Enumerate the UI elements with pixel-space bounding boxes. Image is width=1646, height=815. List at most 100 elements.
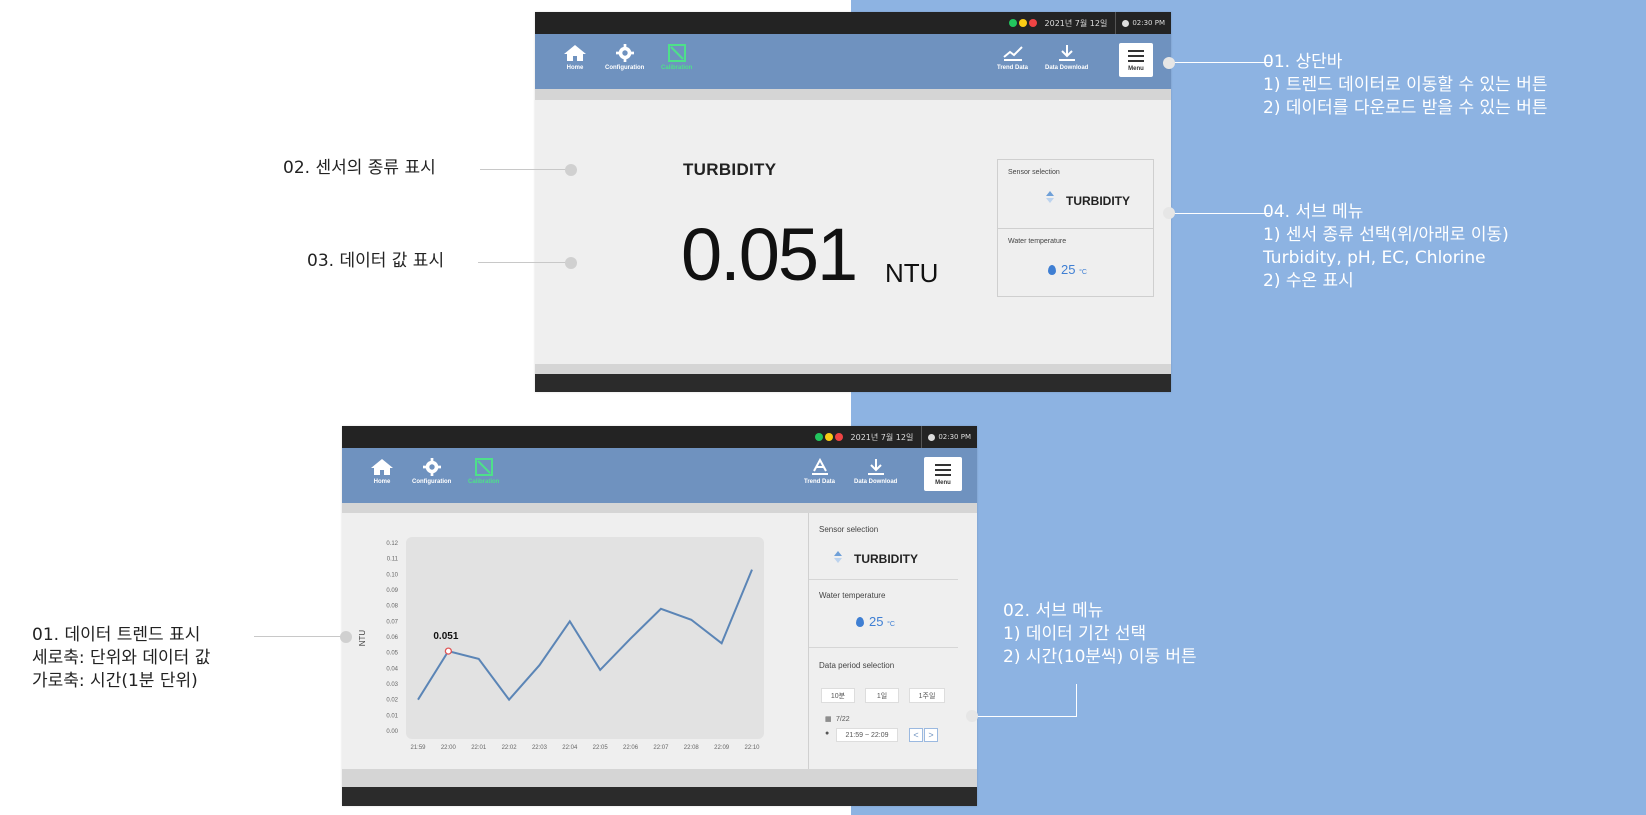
- trend-sub-menu: Sensor selection TURBIDITY Water tempera…: [808, 513, 958, 769]
- nav-home-button[interactable]: Home: [563, 44, 587, 71]
- x-tick-label: 22:02: [502, 745, 518, 751]
- x-tick-label: 22:08: [684, 745, 700, 751]
- y-tick-label: 0.12: [386, 541, 398, 547]
- nav-sub-band: [535, 89, 1171, 100]
- home-icon: [371, 459, 393, 475]
- x-tick-label: 22:03: [532, 745, 548, 751]
- status-date: 2021년 7월 12일: [1044, 18, 1108, 28]
- nav-calibration-label: Calibration: [661, 65, 693, 71]
- led-yellow: [824, 433, 833, 441]
- highlight-value-label: 0.051: [433, 631, 458, 642]
- annotation-dot-top-4: [1163, 207, 1175, 219]
- led-green: [1008, 19, 1017, 27]
- annotation-leader-bottom-2-vertical: [1076, 684, 1077, 717]
- nav-configuration-button[interactable]: Configuration: [605, 44, 644, 71]
- menu-button[interactable]: Menu: [924, 457, 962, 491]
- x-tick-label: 22:05: [593, 745, 609, 751]
- x-tick-label: 22:01: [471, 745, 487, 751]
- time-range-field[interactable]: 21:59 ~ 22:09: [836, 728, 898, 742]
- nav-trend-data-label: Trend Data: [997, 65, 1029, 71]
- y-axis-label: NTU: [358, 630, 367, 647]
- nav-home-button[interactable]: Home: [370, 458, 394, 485]
- led-red: [1028, 19, 1037, 27]
- sensor-selection-value: TURBIDITY: [854, 552, 918, 566]
- nav-data-download-button[interactable]: Data Download: [1045, 44, 1088, 71]
- nav-calibration-button[interactable]: Calibration: [468, 458, 499, 485]
- nav-trend-data-button[interactable]: Trend Data: [804, 458, 835, 485]
- bottom-band: [535, 364, 1171, 374]
- clock-icon: ●: [825, 730, 830, 737]
- annotation-top-2: 02. 센서의 종류 표시: [283, 158, 436, 178]
- nav-data-download-button[interactable]: Data Download: [854, 458, 897, 485]
- calibration-icon: [667, 44, 686, 62]
- bottom-footer: [535, 374, 1171, 392]
- next-time-button[interactable]: >: [924, 728, 938, 742]
- led-red: [834, 433, 843, 441]
- trend-chart: 0.12 0.11 0.10 0.09 0.08 0.07 0.06 0.05 0.04 0.03…: [358, 537, 764, 751]
- data-period-section: Data period selection 10분 1일 1주일 ▦ 7/22 …: [809, 648, 958, 769]
- annotation-dot-top-3: [565, 257, 577, 269]
- clock-icon: [1122, 19, 1130, 27]
- clock-icon: [928, 433, 936, 441]
- annotation-leader-top-1: [1167, 62, 1271, 63]
- nav-calibration-label: Calibration: [468, 479, 500, 485]
- annotation-dot-bottom-2: [966, 710, 978, 722]
- gear-icon: [615, 44, 634, 62]
- nav-trend-data-button[interactable]: Trend Data: [997, 44, 1028, 71]
- menu-button[interactable]: Menu: [1119, 43, 1153, 77]
- sensor-selection-caption: Sensor selection: [819, 525, 879, 534]
- nav-data-download-label: Data Download: [854, 479, 898, 485]
- period-1week-button[interactable]: 1주일: [909, 688, 945, 703]
- plot-background: [406, 537, 764, 739]
- sensor-value: 0.051: [681, 213, 858, 296]
- x-tick-label: 22:04: [562, 745, 578, 751]
- status-time: 02:30 PM: [921, 426, 977, 448]
- annotation-top-3: 03. 데이터 값 표시: [307, 251, 445, 271]
- water-drop-icon: [1048, 265, 1056, 275]
- water-drop-icon: [856, 617, 864, 627]
- y-tick-label: 0.03: [386, 682, 398, 688]
- prev-time-button[interactable]: <: [909, 728, 923, 742]
- nav-home-label: Home: [566, 65, 584, 71]
- y-tick-label: 0.07: [386, 619, 398, 625]
- status-leds: [814, 433, 843, 441]
- annotation-dot-top-1: [1163, 57, 1175, 69]
- water-temp-caption: Water temperature: [819, 591, 886, 600]
- sensor-unit: NTU: [885, 258, 939, 288]
- y-tick-label: 0.11: [387, 557, 399, 563]
- period-1day-button[interactable]: 1일: [865, 688, 899, 703]
- sensor-type-title: TURBIDITY: [683, 160, 777, 179]
- water-temp-value: 25 °C: [1061, 262, 1087, 277]
- x-tick-label: 21:59: [410, 745, 426, 751]
- x-tick-label: 22:10: [744, 745, 760, 751]
- nav-calibration-button[interactable]: Calibration: [661, 44, 692, 71]
- hamburger-icon: [935, 464, 951, 466]
- x-tick-label: 22:07: [653, 745, 669, 751]
- data-period-caption: Data period selection: [819, 661, 895, 670]
- up-down-arrow-icon[interactable]: [834, 551, 842, 563]
- sensor-selection-section[interactable]: Sensor selection TURBIDITY: [809, 513, 958, 580]
- calendar-icon: ▦: [825, 716, 832, 723]
- water-temp-value: 25 °C: [869, 614, 895, 629]
- up-down-arrow-icon[interactable]: [1046, 191, 1054, 203]
- nav-configuration-button[interactable]: Configuration: [412, 458, 451, 485]
- nav-configuration-label: Configuration: [605, 65, 645, 71]
- annotation-top-1: 01. 상단바 1) 트렌드 데이터로 이동할 수 있는 버튼 2) 데이터를 …: [1263, 52, 1548, 118]
- annotation-dot-top-2: [565, 164, 577, 176]
- y-tick-label: 0.04: [386, 666, 398, 672]
- annotation-leader-bottom-1: [254, 636, 346, 637]
- period-10min-button[interactable]: 10분: [821, 688, 855, 703]
- y-tick-label: 0.05: [386, 651, 398, 657]
- sub-menu-card: Sensor selection TURBIDITY Water tempera…: [997, 159, 1154, 297]
- annotation-bottom-2: 02. 서브 메뉴 1) 데이터 기간 선택 2) 시간(10분씩) 이동 버튼: [1003, 601, 1197, 667]
- home-icon: [564, 45, 586, 61]
- sensor-selection-section[interactable]: Sensor selection TURBIDITY: [998, 160, 1153, 229]
- sensor-selection-value: TURBIDITY: [1066, 194, 1130, 208]
- x-tick-label: 22:00: [441, 745, 457, 751]
- y-tick-label: 0.09: [386, 588, 398, 594]
- nav-sub-band: [342, 503, 977, 513]
- annotation-leader-top-3: [478, 262, 570, 263]
- status-time: 02:30 PM: [1115, 12, 1171, 34]
- status-leds: [1008, 19, 1037, 27]
- calibration-icon: [474, 458, 493, 476]
